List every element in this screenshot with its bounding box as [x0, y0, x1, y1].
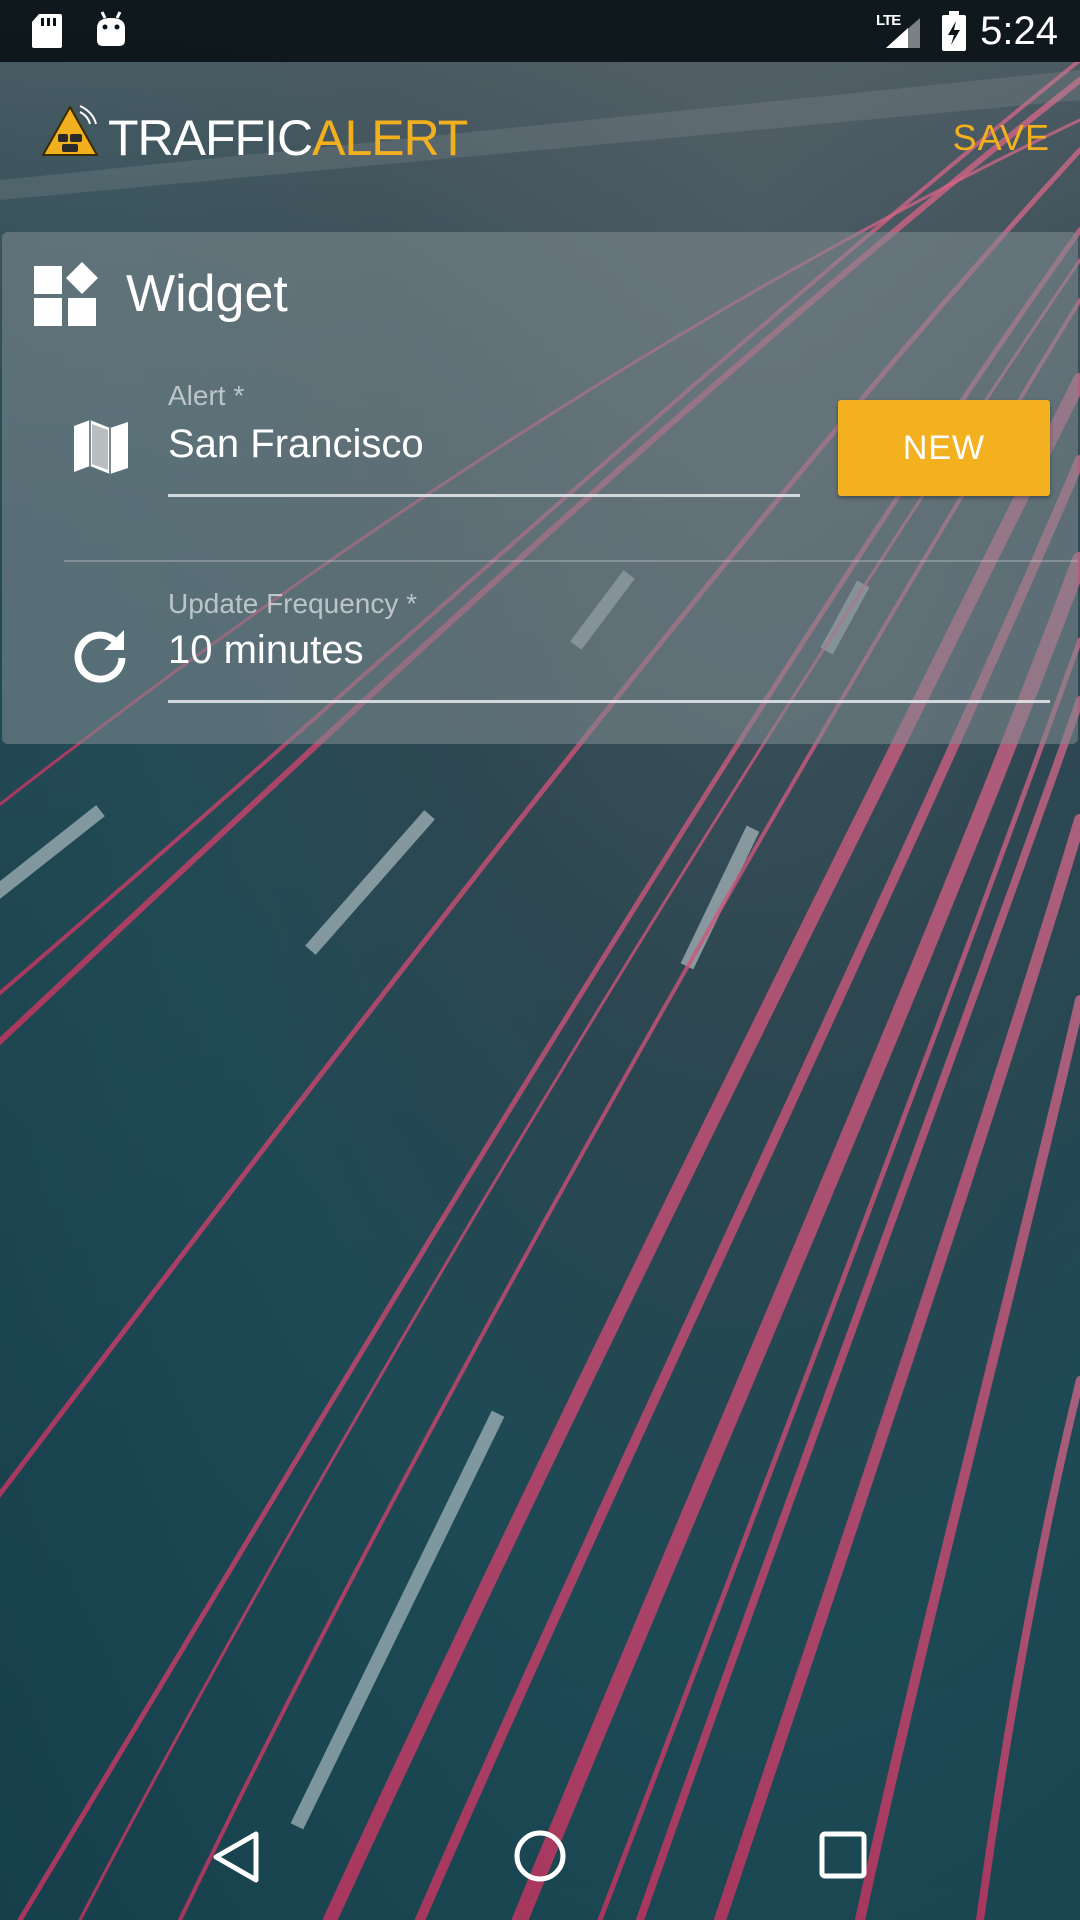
recents-icon[interactable]	[818, 1830, 868, 1880]
frequency-field-label: Update Frequency *	[168, 588, 418, 619]
logo-traffic-text: TRAFFIC	[108, 110, 313, 166]
card-title: Widget	[126, 265, 288, 323]
map-icon	[74, 420, 128, 474]
frequency-field-value[interactable]: 10 minutes	[168, 624, 364, 676]
field-divider	[64, 560, 1078, 562]
android-debug-icon	[97, 11, 125, 46]
status-time: 5:24	[980, 9, 1058, 53]
alert-field-label: Alert *	[168, 380, 245, 411]
back-icon[interactable]	[210, 1830, 262, 1884]
battery-charging-icon	[942, 11, 966, 51]
app-bar: TRAFFICALERT SAVE	[0, 62, 1080, 230]
lte-signal-icon	[886, 18, 920, 48]
frequency-field-underline	[168, 700, 1050, 703]
save-button[interactable]: SAVE	[953, 114, 1050, 162]
new-alert-button[interactable]: NEW	[838, 400, 1050, 496]
alert-field-value[interactable]: San Francisco	[168, 418, 424, 470]
widgets-icon	[34, 262, 98, 326]
alert-field-underline	[168, 494, 800, 497]
traffic-warning-logo-icon	[42, 105, 98, 156]
new-alert-button-label: NEW	[902, 428, 986, 467]
app-logo: TRAFFICALERT	[108, 106, 468, 170]
screen: LTE 5:24 TRAFFICALERT SAVE Widget Alert …	[0, 0, 1080, 1920]
sd-card-icon	[32, 14, 62, 48]
logo-alert-text: ALERT	[312, 110, 468, 166]
status-bar: LTE 5:24	[0, 0, 1080, 62]
refresh-icon	[74, 630, 126, 683]
widget-settings-card: Widget Alert * San Francisco NEW Update …	[2, 232, 1078, 744]
navigation-bar	[0, 1790, 1080, 1920]
home-icon[interactable]	[512, 1828, 568, 1884]
